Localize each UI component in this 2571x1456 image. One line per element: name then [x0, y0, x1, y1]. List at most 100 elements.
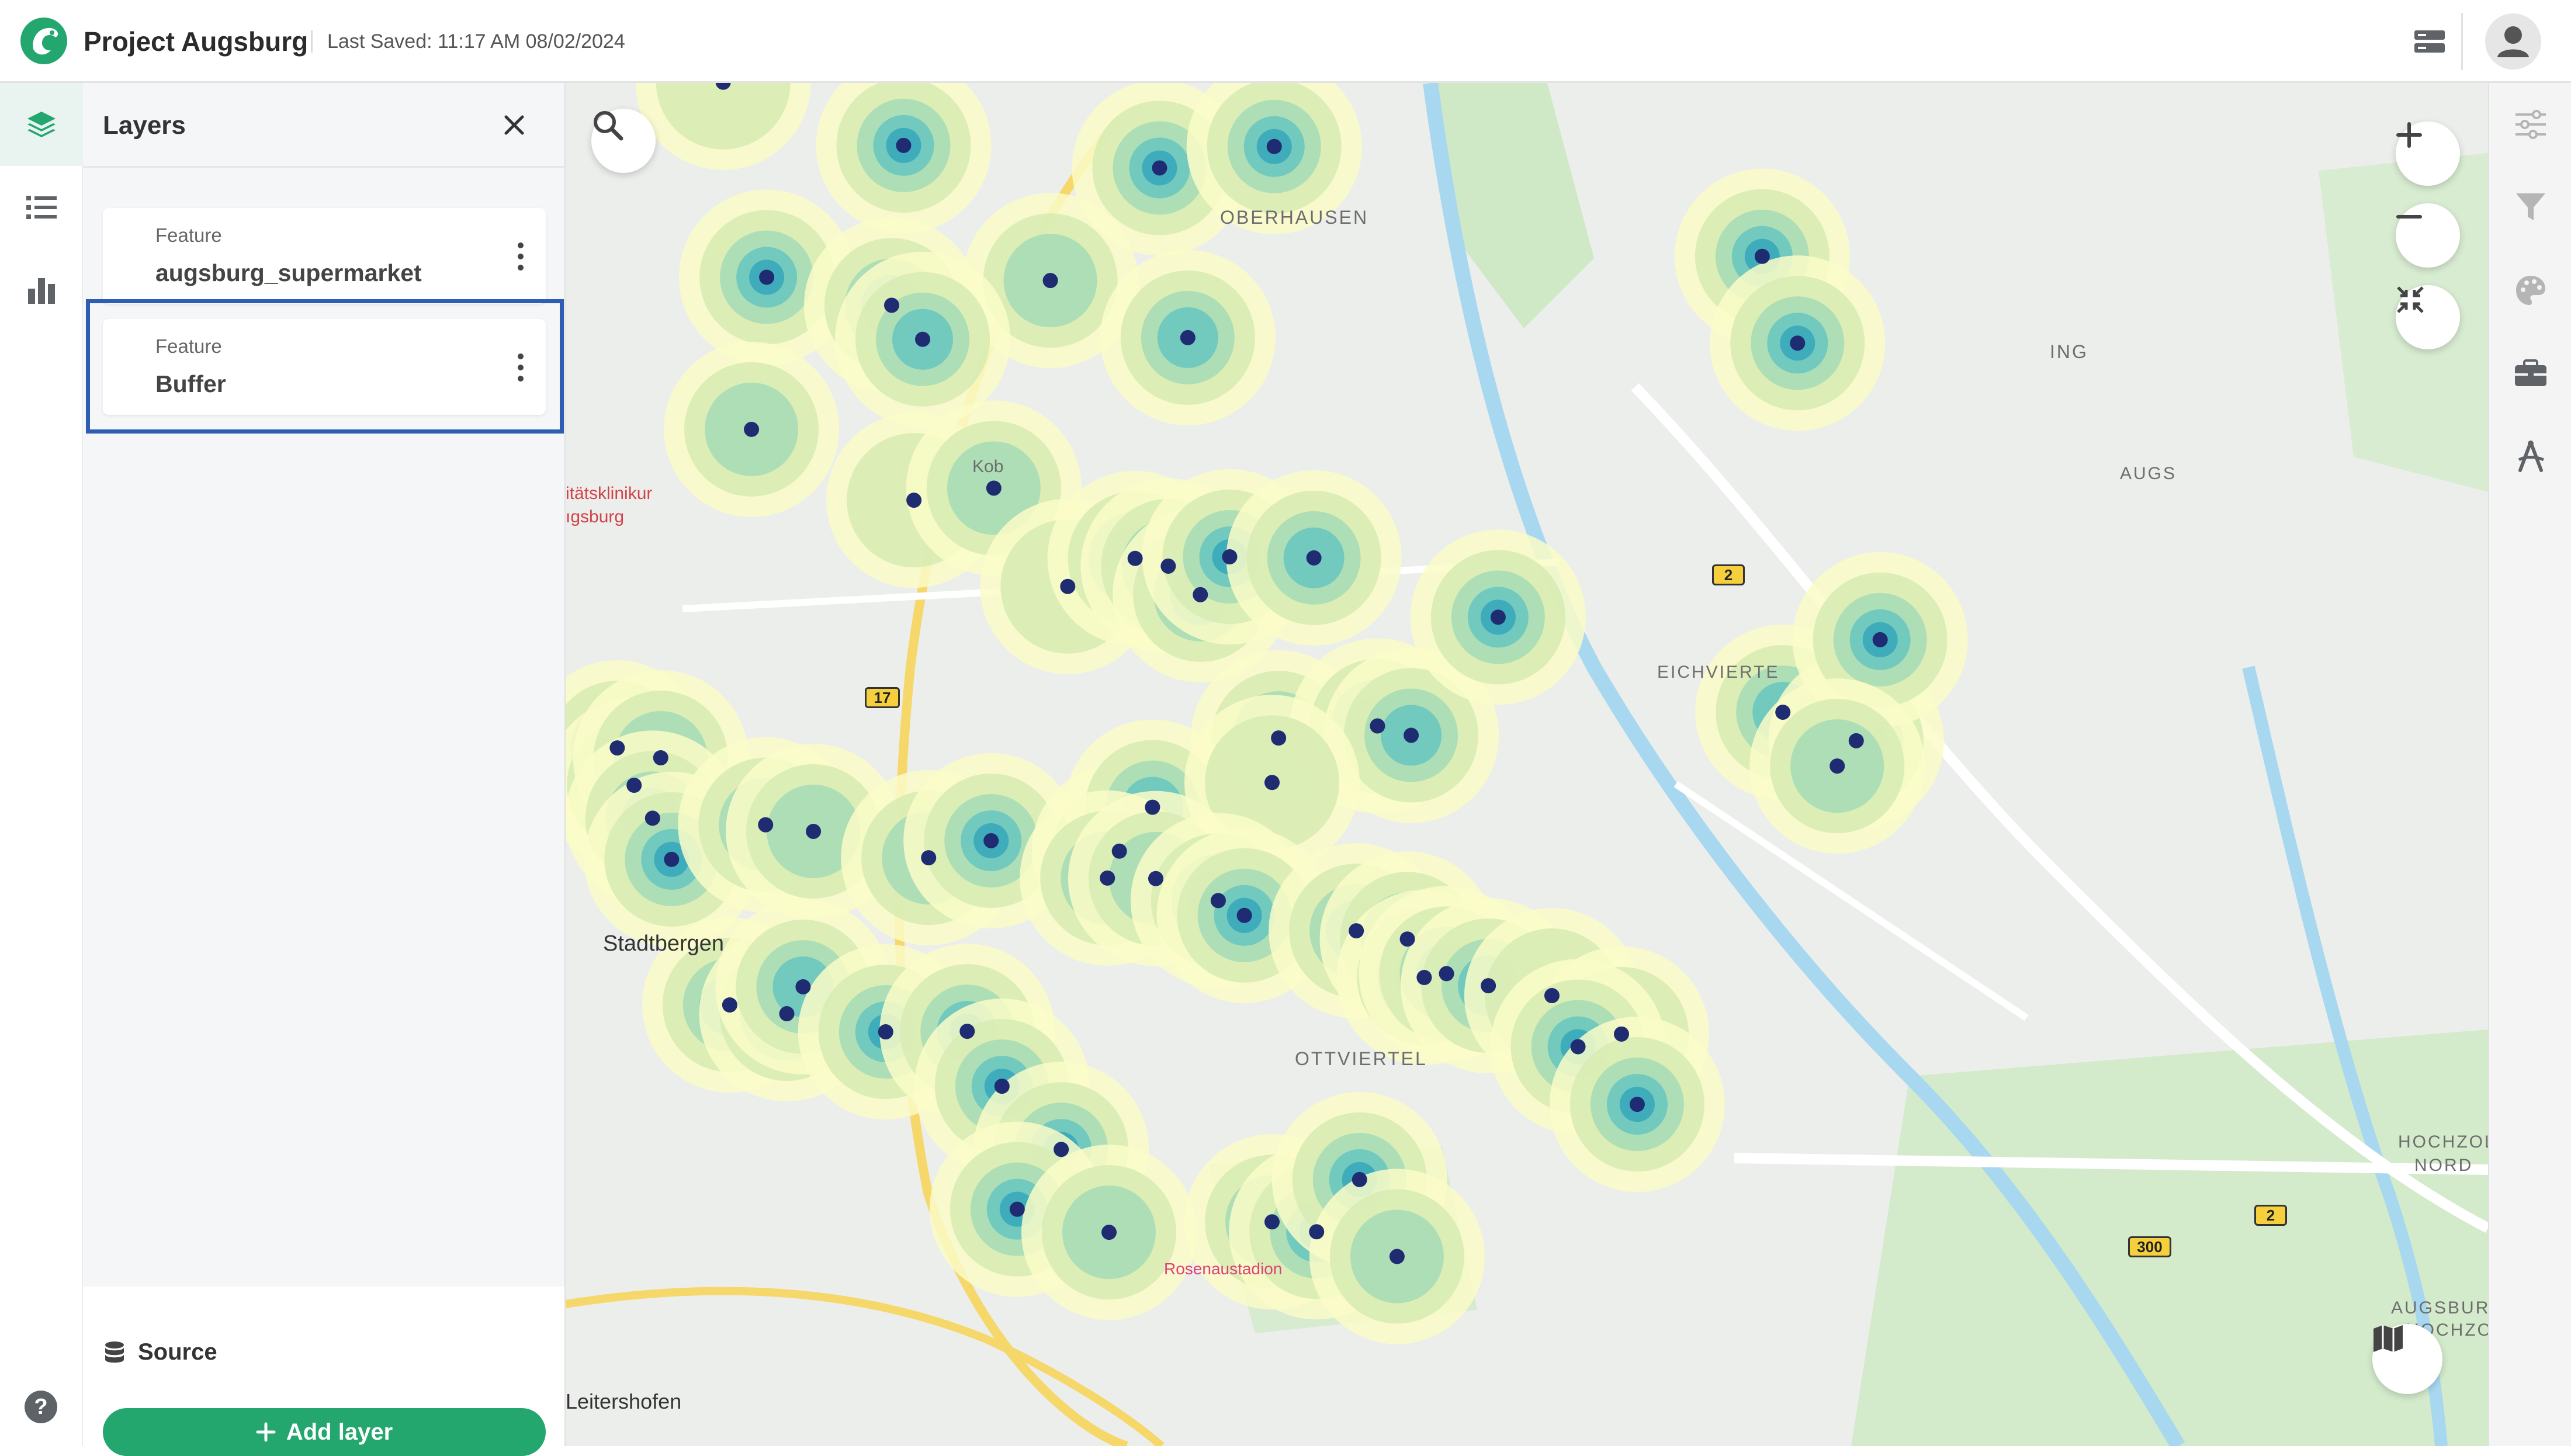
source-button[interactable]: Source — [104, 1339, 217, 1365]
app-logo-icon[interactable] — [19, 16, 68, 65]
supermarket-point[interactable] — [759, 269, 775, 285]
supermarket-point[interactable] — [645, 810, 660, 826]
supermarket-point[interactable] — [983, 833, 999, 848]
supermarket-point[interactable] — [1193, 587, 1208, 602]
zoom-in-button[interactable] — [2396, 122, 2460, 186]
road-badge: 2 — [1712, 564, 1745, 585]
supermarket-point[interactable] — [1222, 549, 1238, 564]
supermarket-point[interactable] — [1309, 1224, 1325, 1240]
supermarket-point[interactable] — [1613, 1026, 1629, 1042]
supermarket-point[interactable] — [878, 1024, 893, 1040]
rail-filter-button[interactable] — [2489, 166, 2571, 249]
supermarket-point[interactable] — [744, 421, 760, 437]
supermarket-point[interactable] — [1439, 966, 1454, 982]
supermarket-point[interactable] — [1210, 893, 1226, 909]
supermarket-point[interactable] — [1042, 273, 1058, 289]
supermarket-point[interactable] — [806, 823, 822, 839]
supermarket-point[interactable] — [1544, 988, 1560, 1004]
supermarket-point[interactable] — [959, 1024, 975, 1039]
zoom-in-icon — [2396, 122, 2422, 148]
supermarket-point[interactable] — [1054, 1142, 1069, 1157]
supermarket-point[interactable] — [1399, 931, 1415, 947]
layer-type-label: Feature — [155, 224, 222, 246]
supermarket-point[interactable] — [906, 493, 922, 508]
supermarket-point[interactable] — [1060, 578, 1076, 594]
supermarket-point[interactable] — [722, 997, 737, 1013]
map-canvas[interactable]: OBERHAUSEN ING itätsklinikur ıgsburg Kob… — [566, 83, 2488, 1446]
zoom-out-button[interactable] — [2396, 203, 2460, 268]
rail-settings-button[interactable] — [2489, 83, 2571, 166]
supermarket-point[interactable] — [1754, 248, 1770, 264]
supermarket-point[interactable] — [994, 1079, 1010, 1094]
supermarket-point[interactable] — [1236, 907, 1252, 923]
supermarket-point[interactable] — [921, 850, 937, 866]
more-options-icon[interactable] — [512, 241, 529, 272]
supermarket-point[interactable] — [1180, 330, 1196, 345]
supermarket-point[interactable] — [915, 331, 931, 347]
add-layer-button[interactable]: Add layer — [103, 1408, 546, 1456]
right-rail — [2488, 83, 2571, 1446]
rail-chart-button[interactable] — [0, 249, 83, 332]
user-avatar-icon[interactable] — [2485, 13, 2542, 70]
supermarket-point[interactable] — [1404, 727, 1419, 743]
supermarket-point[interactable] — [1349, 923, 1364, 939]
close-panel-button[interactable] — [497, 108, 532, 143]
supermarket-point[interactable] — [664, 851, 680, 867]
supermarket-point[interactable] — [1127, 550, 1143, 566]
supermarket-point[interactable] — [1148, 871, 1163, 886]
zoom-out-icon — [2396, 215, 2422, 219]
supermarket-point[interactable] — [1481, 978, 1496, 994]
supermarket-point[interactable] — [1389, 1249, 1405, 1264]
supermarket-point[interactable] — [1101, 1225, 1117, 1240]
supermarket-point[interactable] — [1264, 775, 1280, 791]
map-search-button[interactable] — [591, 109, 656, 173]
left-rail: ? — [0, 83, 83, 1446]
rail-style-button[interactable] — [2489, 249, 2571, 332]
layers-icon — [27, 112, 56, 137]
supermarket-point[interactable] — [896, 137, 912, 153]
supermarket-point[interactable] — [1306, 550, 1322, 566]
supermarket-point[interactable] — [986, 480, 1002, 496]
supermarket-point[interactable] — [884, 297, 899, 313]
supermarket-point[interactable] — [1629, 1097, 1645, 1112]
supermarket-point[interactable] — [1145, 799, 1160, 815]
map-label-hochzoll: HOCHZOLL — [2398, 1132, 2488, 1152]
basemap-button[interactable] — [2372, 1324, 2442, 1394]
supermarket-point[interactable] — [758, 817, 774, 833]
layer-item[interactable]: Feature augsburg_supermarket — [103, 208, 546, 304]
supermarket-point[interactable] — [795, 979, 811, 994]
supermarket-point[interactable] — [1570, 1039, 1586, 1055]
supermarket-point[interactable] — [1352, 1171, 1367, 1187]
road-badge: 17 — [865, 687, 900, 708]
supermarket-point[interactable] — [1370, 718, 1385, 734]
map-label-leitershofen: Leitershofen — [566, 1389, 682, 1413]
supermarket-point[interactable] — [1100, 870, 1115, 886]
supermarket-point[interactable] — [1160, 558, 1176, 574]
supermarket-point[interactable] — [1152, 160, 1167, 176]
supermarket-point[interactable] — [1490, 609, 1506, 625]
supermarket-point[interactable] — [1264, 1214, 1280, 1230]
supermarket-point[interactable] — [1111, 843, 1127, 859]
map-label-rosenaustadion: Rosenaustadion — [1164, 1260, 1283, 1278]
rail-layers-button[interactable] — [0, 83, 83, 166]
rail-toolbox-button[interactable] — [2489, 332, 2571, 415]
supermarket-point[interactable] — [1872, 632, 1888, 647]
supermarket-point[interactable] — [1266, 138, 1282, 154]
rail-list-button[interactable] — [0, 166, 83, 249]
storage-toggle-icon[interactable] — [2413, 28, 2446, 55]
supermarket-point[interactable] — [1830, 758, 1845, 774]
supermarket-point[interactable] — [609, 740, 625, 756]
supermarket-point[interactable] — [1848, 733, 1864, 748]
supermarket-point[interactable] — [653, 750, 668, 765]
project-title[interactable]: Project Augsburg — [84, 26, 308, 57]
supermarket-point[interactable] — [1790, 335, 1806, 351]
supermarket-point[interactable] — [1009, 1201, 1025, 1217]
rail-draw-button[interactable] — [2489, 415, 2571, 498]
supermarket-point[interactable] — [1416, 970, 1432, 985]
collapse-button[interactable] — [2396, 285, 2460, 349]
supermarket-point[interactable] — [779, 1006, 795, 1022]
supermarket-point[interactable] — [1775, 704, 1791, 720]
supermarket-point[interactable] — [626, 778, 642, 793]
supermarket-point[interactable] — [1271, 730, 1287, 746]
help-button[interactable]: ? — [25, 1391, 57, 1423]
